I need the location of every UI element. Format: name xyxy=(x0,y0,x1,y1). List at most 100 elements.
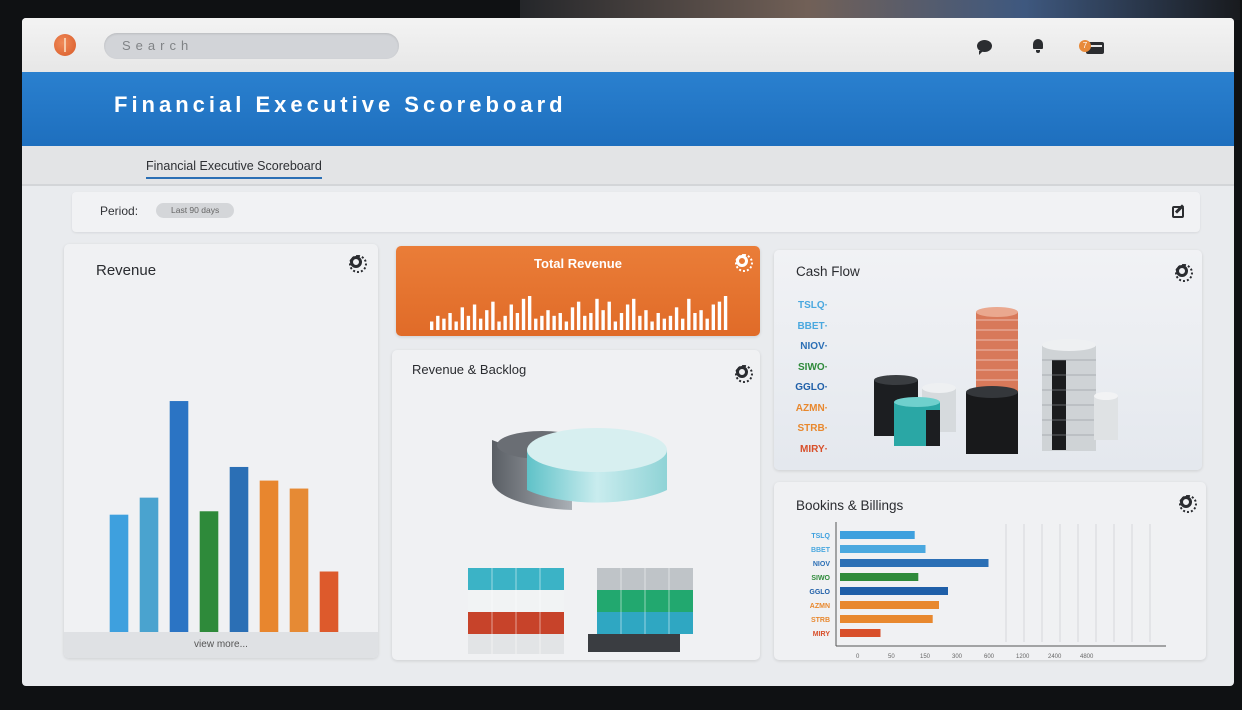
coin-stack xyxy=(1094,392,1118,440)
total-revenue-bar xyxy=(681,318,685,330)
search-box[interactable] xyxy=(104,33,399,59)
total-revenue-bar xyxy=(491,301,495,330)
total-revenue-bar xyxy=(601,310,605,330)
logo-icon[interactable] xyxy=(54,34,76,56)
bar-category-label: GGLO xyxy=(809,589,830,596)
bell-icon[interactable] xyxy=(1030,38,1048,54)
x-tick-label: 600 xyxy=(984,654,995,660)
bookings-bar[interactable] xyxy=(840,615,933,623)
total-revenue-sparkbars xyxy=(430,296,728,330)
x-tick-label: 0 xyxy=(856,654,860,660)
revenue-bar[interactable] xyxy=(259,480,279,634)
background-glow xyxy=(520,0,1240,20)
gear-icon[interactable] xyxy=(735,254,753,272)
revenue-bar[interactable] xyxy=(199,511,219,634)
total-revenue-bar xyxy=(693,313,697,330)
total-revenue-bar xyxy=(583,315,587,330)
revenue-bar[interactable] xyxy=(319,571,339,635)
total-revenue-bar xyxy=(430,321,434,330)
x-tick-label: 300 xyxy=(952,654,963,660)
gear-icon[interactable] xyxy=(349,255,367,273)
bar-category-label: SIWO xyxy=(811,575,830,582)
total-revenue-bar xyxy=(436,315,440,330)
total-revenue-bar xyxy=(656,313,660,330)
tab-financial-scoreboard[interactable]: Financial Executive Scoreboard xyxy=(146,159,322,179)
page-title: Financial Executive Scoreboard xyxy=(114,92,567,117)
cube-left xyxy=(468,568,564,654)
total-revenue-bar xyxy=(717,301,722,330)
total-revenue-bar xyxy=(595,298,599,330)
bookings-bar[interactable] xyxy=(840,601,939,609)
total-revenue-bar xyxy=(638,315,642,330)
bar-category-label: STRB xyxy=(811,617,830,624)
tab-strip: Financial Executive Scoreboard xyxy=(22,146,1234,186)
revenue-title: Revenue xyxy=(96,262,157,279)
total-revenue-bar xyxy=(472,304,477,330)
total-revenue-bar xyxy=(534,318,538,330)
bar-category-label: TSLQ xyxy=(811,533,830,540)
revenue-bar[interactable] xyxy=(169,401,189,634)
total-revenue-card: Total Revenue xyxy=(396,246,760,336)
bookings-bar[interactable] xyxy=(840,559,989,567)
coin-stack xyxy=(894,397,940,446)
chat-icon[interactable] xyxy=(977,40,992,55)
x-tick-label: 50 xyxy=(888,654,895,660)
total-revenue-bar xyxy=(540,315,544,330)
total-revenue-bar xyxy=(570,307,575,330)
total-revenue-bar xyxy=(478,318,483,330)
coin-stack xyxy=(1042,339,1096,451)
total-revenue-bar xyxy=(589,313,593,330)
revenue-backlog-card: Revenue & Backlog xyxy=(392,350,760,660)
revenue-bar[interactable] xyxy=(229,466,249,634)
coin-stack xyxy=(976,307,1018,396)
search-input[interactable] xyxy=(122,38,382,53)
total-revenue-bar xyxy=(460,307,464,330)
view-more-link[interactable]: view more... xyxy=(64,632,378,658)
total-revenue-bar xyxy=(466,315,471,330)
bar-category-label: AZMN xyxy=(810,603,830,610)
cash-flow-3d-graphic xyxy=(874,307,1118,454)
total-revenue-bar xyxy=(503,315,507,330)
total-revenue-bar xyxy=(674,307,679,330)
x-tick-label: 2400 xyxy=(1048,654,1062,660)
total-revenue-bar xyxy=(497,321,501,330)
bookings-billings-card: Bookins & Billings TSLQ BBET NIOV SIWO GGLO A… xyxy=(774,482,1206,660)
total-revenue-bar xyxy=(521,298,526,330)
total-revenue-bar xyxy=(442,318,446,330)
bookings-bar[interactable] xyxy=(840,573,919,581)
revenue-bar[interactable] xyxy=(289,488,309,634)
total-revenue-bar xyxy=(644,310,648,330)
revenue-bar[interactable] xyxy=(139,497,159,634)
bookings-bar[interactable] xyxy=(840,629,881,637)
total-revenue-bar xyxy=(625,304,630,330)
total-revenue-bar xyxy=(723,296,728,330)
period-selector[interactable]: Last 90 days xyxy=(156,203,235,218)
total-revenue-bar xyxy=(515,313,520,330)
inbox-count-badge: 7 xyxy=(1079,40,1091,52)
total-revenue-bar xyxy=(576,301,581,330)
dashboard-screen: 7 Financial Executive Scoreboard Financi… xyxy=(22,18,1234,686)
total-revenue-bar xyxy=(650,321,654,330)
x-tick-label: 150 xyxy=(920,654,931,660)
edit-icon[interactable] xyxy=(1172,206,1184,218)
bookings-bar[interactable] xyxy=(840,531,915,539)
total-revenue-bar xyxy=(613,321,618,330)
revenue-bar[interactable] xyxy=(109,514,129,634)
total-revenue-bar xyxy=(509,304,513,330)
total-revenue-bar xyxy=(552,315,556,330)
bar-category-label: BBET xyxy=(811,547,831,554)
bar-category-label: MIRY xyxy=(813,631,831,638)
total-revenue-bar xyxy=(564,321,569,330)
coin-stack xyxy=(966,386,1018,454)
total-revenue-bar xyxy=(546,310,550,330)
bookings-bar[interactable] xyxy=(840,545,926,553)
revenue-card: Revenue view more... xyxy=(64,244,378,658)
total-revenue-bar xyxy=(662,318,667,330)
total-revenue-bar xyxy=(485,310,489,330)
cube-right xyxy=(588,568,693,652)
total-revenue-bar xyxy=(711,304,715,330)
x-tick-label: 4800 xyxy=(1080,654,1094,660)
total-revenue-bar xyxy=(705,318,709,330)
pie-teal-top xyxy=(527,428,667,472)
bookings-bar[interactable] xyxy=(840,587,948,595)
